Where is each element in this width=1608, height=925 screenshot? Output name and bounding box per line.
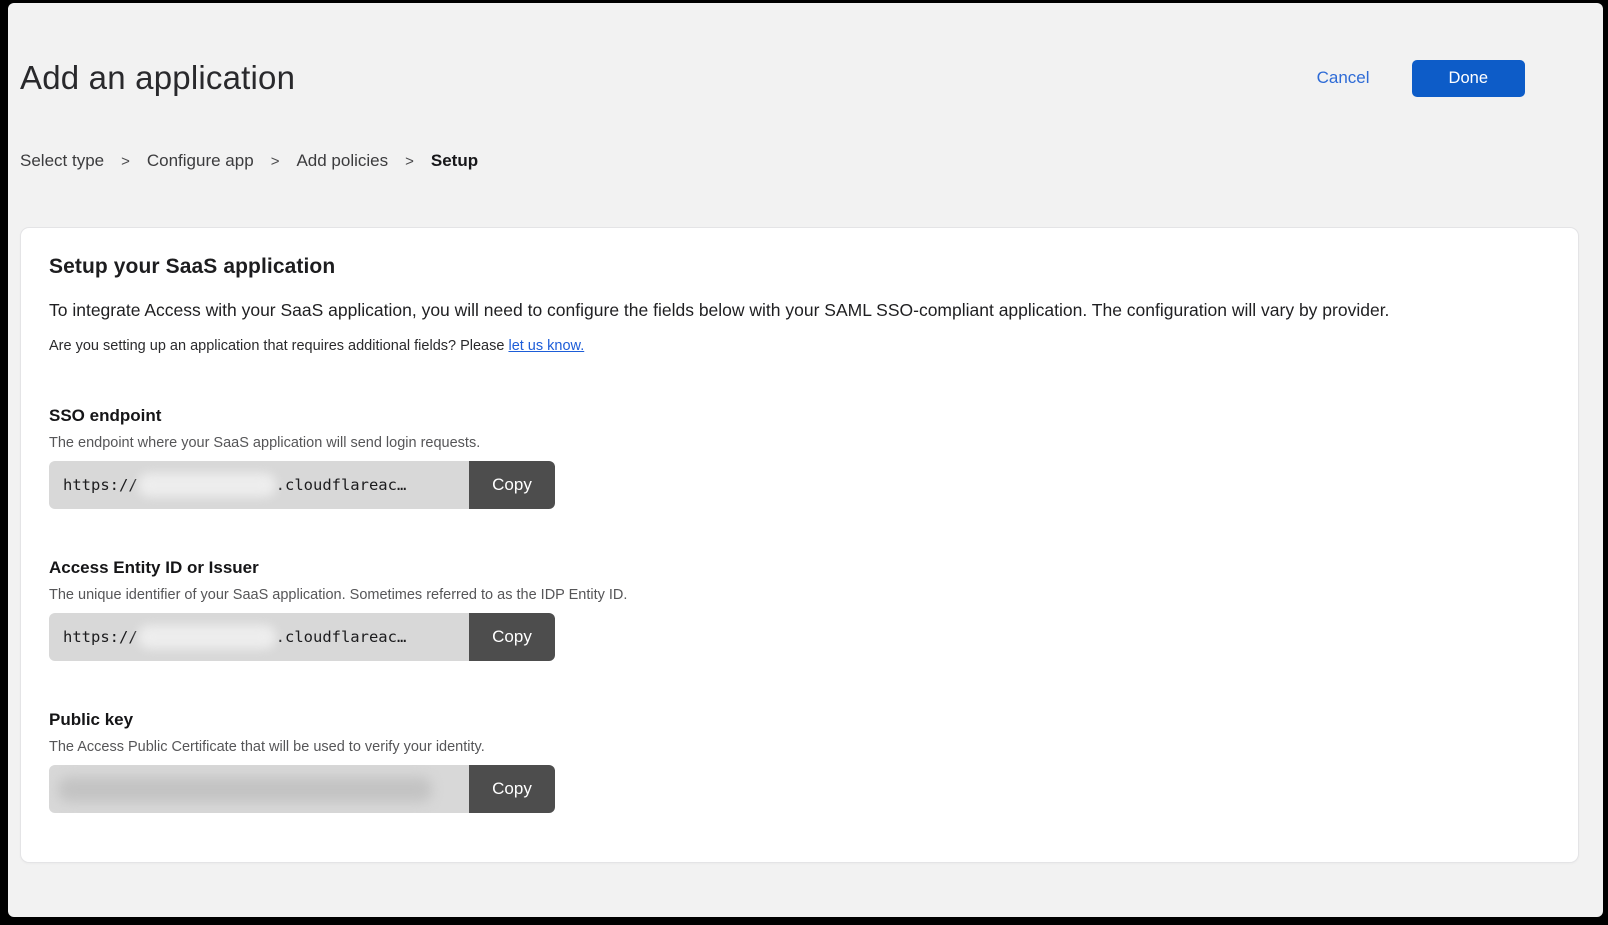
- breadcrumb-separator: >: [271, 153, 280, 170]
- value-suffix: .cloudflareac…: [276, 628, 407, 646]
- done-button[interactable]: Done: [1412, 60, 1525, 97]
- public-key-value-row: Copy: [49, 765, 555, 813]
- public-key-copy-button[interactable]: Copy: [469, 765, 555, 813]
- access-entity-id-description: The unique identifier of your SaaS appli…: [49, 587, 1550, 603]
- cancel-button[interactable]: Cancel: [1317, 68, 1370, 88]
- sso-endpoint-label: SSO endpoint: [49, 406, 1550, 426]
- card-heading: Setup your SaaS application: [49, 255, 1550, 279]
- breadcrumb-separator: >: [405, 153, 414, 170]
- breadcrumb-item-configure-app[interactable]: Configure app: [147, 151, 254, 171]
- public-key-value: [49, 765, 469, 813]
- breadcrumb-separator: >: [121, 153, 130, 170]
- sso-endpoint-description: The endpoint where your SaaS application…: [49, 435, 1550, 451]
- redacted-blur: [138, 625, 276, 649]
- public-key-label: Public key: [49, 710, 1550, 730]
- breadcrumb-item-select-type[interactable]: Select type: [20, 151, 104, 171]
- page-header: Add an application Cancel Done: [20, 3, 1579, 97]
- access-entity-id-value-row: https:// .cloudflareac… Copy: [49, 613, 555, 661]
- field-access-entity-id: Access Entity ID or Issuer The unique id…: [49, 558, 1550, 661]
- access-entity-id-copy-button[interactable]: Copy: [469, 613, 555, 661]
- app-window: Add an application Cancel Done Select ty…: [8, 3, 1603, 917]
- page-content: Add an application Cancel Done Select ty…: [8, 3, 1603, 863]
- sso-endpoint-copy-button[interactable]: Copy: [469, 461, 555, 509]
- page-title: Add an application: [20, 59, 295, 97]
- sso-endpoint-value: https:// .cloudflareac…: [49, 461, 469, 509]
- access-entity-id-label: Access Entity ID or Issuer: [49, 558, 1550, 578]
- intro-text: To integrate Access with your SaaS appli…: [49, 300, 1550, 321]
- redacted-blur: [58, 777, 432, 802]
- public-key-description: The Access Public Certificate that will …: [49, 739, 1550, 755]
- value-prefix: https://: [63, 476, 138, 494]
- sso-endpoint-value-row: https:// .cloudflareac… Copy: [49, 461, 555, 509]
- redacted-blur: [138, 473, 276, 497]
- value-prefix: https://: [63, 628, 138, 646]
- header-actions: Cancel Done: [1317, 60, 1579, 97]
- field-public-key: Public key The Access Public Certificate…: [49, 710, 1550, 813]
- note-text: Are you setting up an application that r…: [49, 338, 508, 354]
- breadcrumb-item-add-policies[interactable]: Add policies: [296, 151, 388, 171]
- breadcrumb: Select type > Configure app > Add polici…: [20, 151, 1579, 171]
- let-us-know-link[interactable]: let us know.: [508, 338, 584, 354]
- access-entity-id-value: https:// .cloudflareac…: [49, 613, 469, 661]
- additional-fields-note: Are you setting up an application that r…: [49, 338, 1550, 354]
- value-suffix: .cloudflareac…: [276, 476, 407, 494]
- breadcrumb-item-setup: Setup: [431, 151, 478, 171]
- setup-card: Setup your SaaS application To integrate…: [20, 227, 1579, 863]
- field-sso-endpoint: SSO endpoint The endpoint where your Saa…: [49, 406, 1550, 509]
